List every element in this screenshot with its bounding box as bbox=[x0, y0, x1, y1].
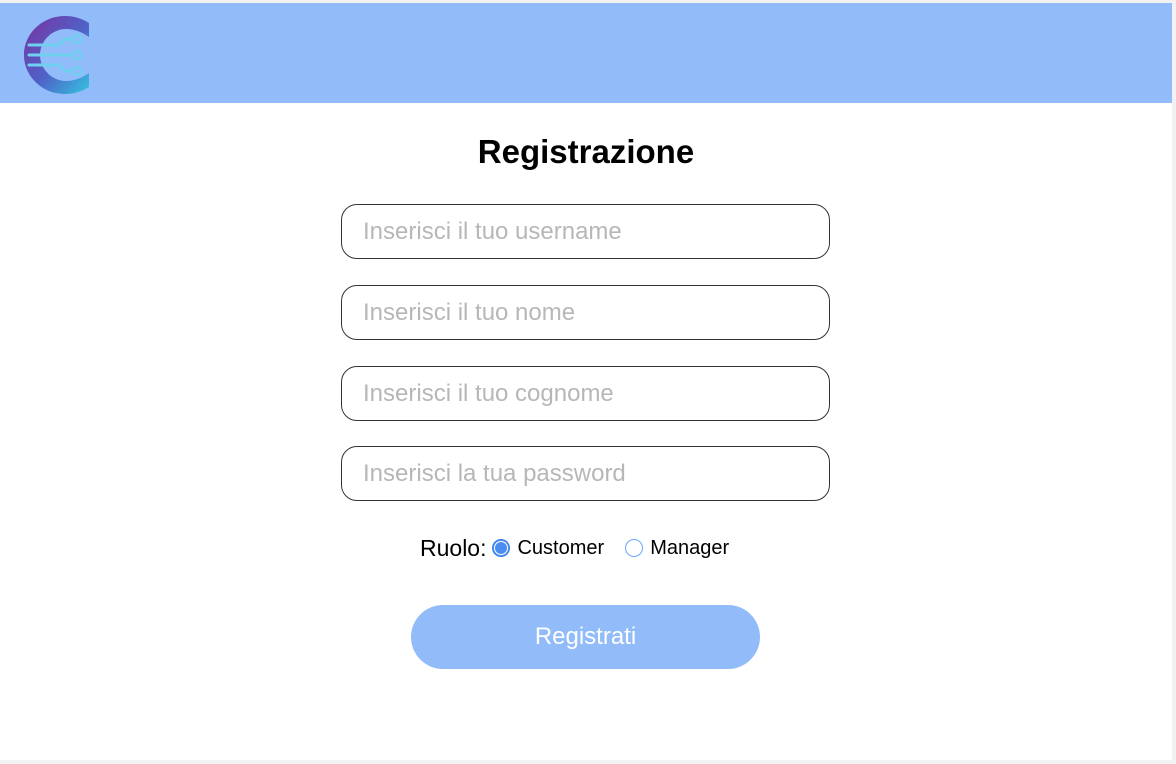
customer-radio[interactable] bbox=[492, 539, 511, 557]
role-selector: Ruolo: Customer Manager bbox=[420, 533, 729, 563]
role-label: Ruolo: bbox=[420, 534, 487, 561]
manager-radio-label: Manager bbox=[650, 536, 730, 559]
first-name-input[interactable] bbox=[341, 285, 830, 340]
app-logo-icon[interactable] bbox=[23, 15, 103, 95]
role-option-customer[interactable]: Customer bbox=[492, 537, 604, 560]
customer-radio-label: Customer bbox=[517, 536, 605, 559]
page-title: Registrazione bbox=[477, 133, 695, 170]
password-input[interactable] bbox=[341, 446, 830, 501]
top-bar bbox=[0, 3, 1172, 103]
page: Registrazione Ruolo: Customer Manager Re… bbox=[0, 3, 1172, 760]
role-option-manager[interactable]: Manager bbox=[625, 537, 729, 560]
username-input[interactable] bbox=[341, 204, 830, 259]
register-button[interactable]: Registrati bbox=[411, 605, 760, 669]
last-name-input[interactable] bbox=[341, 366, 830, 421]
manager-radio[interactable] bbox=[625, 539, 644, 557]
